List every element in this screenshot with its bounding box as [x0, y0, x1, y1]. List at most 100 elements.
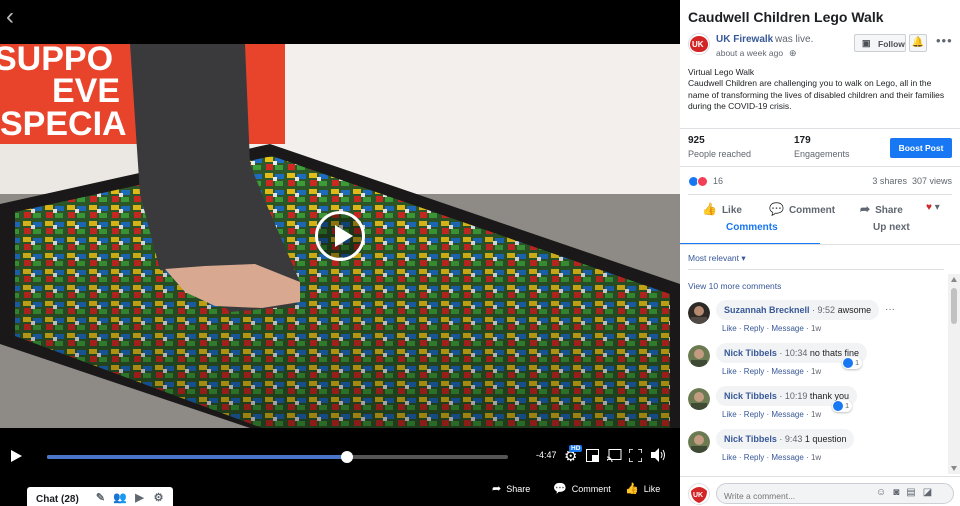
comment-reaction-badge[interactable]: 1 [832, 400, 853, 412]
engagements-label: Engagements [794, 149, 850, 159]
play-icon[interactable] [11, 450, 22, 462]
progress-bar[interactable] [47, 451, 508, 463]
like-action-button[interactable]: 👍 Like [702, 202, 742, 216]
compose-icon[interactable]: ✎ [94, 492, 107, 505]
views-count: 307 views [911, 176, 952, 186]
follow-label: Follow [878, 39, 905, 49]
comment-age: 1w [810, 324, 822, 333]
comment-item: Nick Tibbels · 10:34 no thats fine 1 Lik… [680, 343, 950, 383]
comment-action-button[interactable]: 💬 Comment [769, 202, 835, 216]
chevron-down-icon: ▾ [741, 253, 746, 263]
comment-reply-link[interactable]: Reply [744, 324, 764, 333]
comment-actions: Like · Reply · Message · 1w [722, 367, 822, 376]
comment-reply-link[interactable]: Reply [744, 367, 764, 376]
comment-text: 1 question [804, 434, 847, 444]
commenter-avatar[interactable] [688, 431, 710, 453]
video-comment-button[interactable]: 💬 Comment [553, 482, 611, 495]
scroll-thumb[interactable] [951, 288, 957, 324]
comment-more-icon[interactable]: ··· [885, 304, 895, 315]
share-action-label: Share [875, 205, 903, 216]
divider [680, 166, 960, 167]
commenter-avatar[interactable] [688, 345, 710, 367]
video-panel: ‹ SUPPO EVE SPECIA -4:47 ⚙ HD Chat (28) … [0, 0, 680, 506]
camera-icon[interactable]: ◙ [893, 487, 906, 498]
chat-label: Chat (28) [36, 494, 79, 505]
comment-reaction-badge[interactable]: 1 [842, 357, 863, 369]
page-avatar[interactable] [688, 33, 710, 55]
scroll-up-icon[interactable] [951, 277, 957, 282]
comment-message-link[interactable]: Message [771, 324, 803, 333]
comment-like-link[interactable]: Like [722, 453, 737, 462]
people-reached-label: People reached [688, 149, 752, 159]
thumbs-up-icon: 👍 [625, 483, 639, 495]
reactor-selector[interactable]: ♥ ▾ [926, 202, 940, 213]
fullscreen-icon[interactable] [629, 449, 642, 462]
comment-author[interactable]: Nick Tibbels [724, 348, 777, 358]
progress-played [47, 455, 347, 459]
video-comment-label: Comment [571, 484, 611, 494]
page-avatar-mini: ♥ [926, 202, 932, 213]
volume-icon[interactable] [651, 448, 666, 462]
more-options-icon[interactable]: ••• [936, 33, 953, 48]
comment-message-link[interactable]: Message [771, 410, 803, 419]
comment-reply-link[interactable]: Reply [744, 410, 764, 419]
comment-actions: Like · Reply · Message · 1w [722, 410, 822, 419]
people-reached-value: 925 [688, 135, 705, 146]
share-action-button[interactable]: ➦ Share [860, 202, 903, 216]
comment-message-link[interactable]: Message [771, 367, 803, 376]
view-more-comments-link[interactable]: View 10 more comments [688, 281, 781, 291]
comments-scrollbar[interactable] [948, 274, 960, 474]
post-text-heading: Virtual Lego Walk [688, 67, 755, 77]
shares-count[interactable]: 3 shares [872, 176, 907, 186]
video-bottom-bar: Chat (28) ✎ 👥 ▶ ⚙ ➦ Share 💬 Comment 👍 Like [0, 474, 680, 506]
reaction-count[interactable]: 16 [713, 176, 723, 186]
comment-message-link[interactable]: Message [771, 453, 803, 462]
cast-icon[interactable] [607, 449, 622, 462]
gear-icon[interactable]: ⚙ [152, 492, 165, 505]
comment-author[interactable]: Nick Tibbels [724, 391, 777, 401]
people-icon[interactable]: 👥 [113, 492, 127, 505]
video-share-button[interactable]: ➦ Share [492, 482, 530, 495]
globe-icon: ⊕ [789, 48, 797, 58]
comment-time: 10:34 [784, 348, 808, 358]
picture-in-picture-icon[interactable] [586, 449, 599, 462]
comment-time: 10:19 [784, 391, 808, 401]
sticker-icon[interactable]: ◪ [923, 487, 939, 498]
comment-like-link[interactable]: Like [722, 367, 737, 376]
post-text-body: Caudwell Children are challenging you to… [688, 78, 945, 111]
gif-icon[interactable]: ▤ [906, 487, 922, 498]
comment-bubble: Suzannah Brecknell · 9:52 awsome [716, 300, 880, 320]
progress-scrubber[interactable] [340, 451, 353, 463]
back-arrow-icon[interactable]: ‹ [6, 5, 24, 29]
boost-post-button[interactable]: Boost Post [890, 138, 952, 158]
scroll-down-icon[interactable] [951, 466, 957, 471]
divider [680, 128, 960, 129]
commenter-avatar[interactable] [688, 388, 710, 410]
post-timestamp[interactable]: about a week ago [716, 48, 783, 58]
emoji-icon[interactable]: ☺ [876, 487, 893, 498]
commenter-avatar[interactable] [688, 302, 710, 324]
comment-item: Nick Tibbels · 10:19 thank you 1 Like · … [680, 386, 950, 426]
bell-icon[interactable]: 🔔 [909, 34, 927, 52]
svg-text:UK: UK [693, 492, 703, 499]
video-like-button[interactable]: 👍 Like [625, 482, 660, 495]
comment-author[interactable]: Suzannah Brecknell [724, 305, 810, 315]
love-reaction-icon [697, 176, 708, 187]
share-view-stats: 3 shares 307 views [872, 176, 952, 186]
post-side-panel: Caudwell Children Lego Walk UK Firewalk … [680, 0, 960, 506]
tab-comments[interactable]: Comments [726, 222, 778, 233]
comment-reply-link[interactable]: Reply [744, 453, 764, 462]
page-avatar: UK [688, 483, 710, 505]
chat-box[interactable]: Chat (28) ✎ 👥 ▶ ⚙ [27, 487, 173, 506]
comment-sort-dropdown[interactable]: Most relevant ▾ [688, 253, 746, 264]
comment-like-link[interactable]: Like [722, 410, 737, 419]
comment-like-link[interactable]: Like [722, 324, 737, 333]
follow-button[interactable]: ▣ Follow [854, 34, 906, 52]
video-share-label: Share [506, 484, 531, 494]
comment-author[interactable]: Nick Tibbels [724, 434, 777, 444]
tab-up-next[interactable]: Up next [873, 222, 910, 233]
big-play-button[interactable] [315, 211, 365, 261]
video-call-icon[interactable]: ▶ [133, 492, 146, 505]
settings-gear-icon[interactable]: ⚙ HD [564, 445, 583, 465]
page-name-link[interactable]: UK Firewalk [716, 34, 773, 45]
